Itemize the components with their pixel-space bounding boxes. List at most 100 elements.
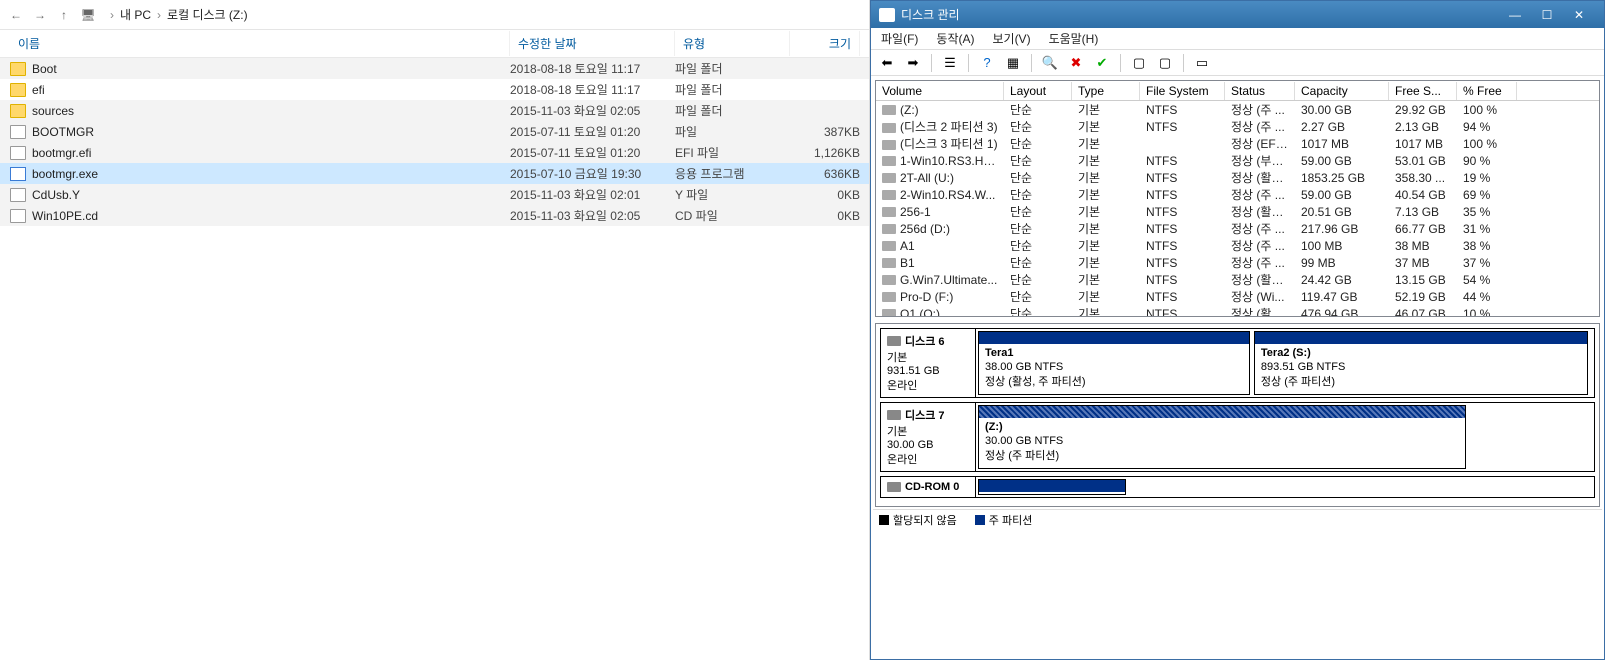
partition-box[interactable]: Tera2 (S:)893.51 GB NTFS정상 (주 파티션) bbox=[1254, 331, 1588, 395]
file-row[interactable]: CdUsb.Y2015-11-03 화요일 02:01Y 파일0KB bbox=[0, 184, 869, 205]
vh-free[interactable]: Free S... bbox=[1389, 82, 1457, 100]
tb-grid-icon[interactable]: ▦ bbox=[1003, 53, 1023, 73]
vol-free: 38 MB bbox=[1389, 239, 1457, 253]
vol-fs: NTFS bbox=[1140, 120, 1225, 134]
disk-block[interactable]: CD-ROM 0 bbox=[880, 476, 1595, 498]
disk-type: 기본 bbox=[887, 423, 969, 439]
tb-back-icon[interactable]: ⬅ bbox=[877, 53, 897, 73]
disk-status: 온라인 bbox=[887, 377, 969, 393]
legend-swatch-unalloc bbox=[879, 515, 889, 525]
breadcrumb[interactable]: › 내 PC › 로컬 디스크 (Z:) bbox=[110, 6, 248, 23]
file-size: 387KB bbox=[790, 125, 860, 139]
tb-list-icon[interactable]: ☰ bbox=[940, 53, 960, 73]
vh-layout[interactable]: Layout bbox=[1004, 82, 1072, 100]
volume-row[interactable]: A1단순기본NTFS정상 (주 ...100 MB38 MB38 % bbox=[876, 237, 1599, 254]
col-type[interactable]: 유형 bbox=[675, 31, 790, 56]
nav-back-icon[interactable]: ← bbox=[8, 7, 24, 23]
tb-forward-icon[interactable]: ➡ bbox=[903, 53, 923, 73]
vol-name: 1-Win10.RS3.Ho... bbox=[876, 154, 1004, 168]
col-date[interactable]: 수정한 날짜 bbox=[510, 31, 675, 56]
file-type: 응용 프로그램 bbox=[675, 165, 790, 182]
file-name: Win10PE.cd bbox=[32, 209, 510, 223]
menu-help[interactable]: 도움말(H) bbox=[1049, 30, 1099, 47]
disk-icon bbox=[882, 258, 896, 268]
volume-row[interactable]: 2-Win10.RS4.W...단순기본NTFS정상 (주 ...59.00 G… bbox=[876, 186, 1599, 203]
col-size[interactable]: 크기 bbox=[790, 31, 860, 56]
partition-box[interactable]: (Z:)30.00 GB NTFS정상 (주 파티션) bbox=[978, 405, 1466, 469]
volume-row[interactable]: Q1 (Q:)단순기본NTFS정상 (활성...476.94 GB46.07 G… bbox=[876, 305, 1599, 316]
menu-view[interactable]: 보기(V) bbox=[992, 30, 1030, 47]
disk-type: 기본 bbox=[887, 349, 969, 365]
volume-row[interactable]: (디스크 2 파티션 3)단순기본NTFS정상 (주 ...2.27 GB2.1… bbox=[876, 118, 1599, 135]
vol-name: G.Win7.Ultimate... bbox=[876, 273, 1004, 287]
disk-icon bbox=[882, 140, 896, 150]
partition-box[interactable] bbox=[978, 479, 1126, 495]
disk-info: CD-ROM 0 bbox=[881, 477, 976, 497]
minimize-button[interactable]: — bbox=[1506, 6, 1524, 24]
menu-action[interactable]: 동작(A) bbox=[936, 30, 974, 47]
folder-icon bbox=[10, 104, 26, 118]
vol-capacity: 59.00 GB bbox=[1295, 188, 1389, 202]
vh-type[interactable]: Type bbox=[1072, 82, 1140, 100]
file-row[interactable]: bootmgr.exe2015-07-10 금요일 19:30응용 프로그램63… bbox=[0, 163, 869, 184]
file-row[interactable]: Boot2018-08-18 토요일 11:17파일 폴더 bbox=[0, 58, 869, 79]
disk-icon bbox=[882, 292, 896, 302]
tb-new-icon[interactable]: ▢ bbox=[1129, 53, 1149, 73]
volume-row[interactable]: Pro-D (F:)단순기본NTFS정상 (Wi...119.47 GB52.1… bbox=[876, 288, 1599, 305]
nav-up-icon[interactable]: ↑ bbox=[56, 7, 72, 23]
volume-row[interactable]: (Z:)단순기본NTFS정상 (주 ...30.00 GB29.92 GB100… bbox=[876, 101, 1599, 118]
vh-capacity[interactable]: Capacity bbox=[1295, 82, 1389, 100]
vol-name: Q1 (Q:) bbox=[876, 307, 1004, 317]
tb-check-icon[interactable]: ✔ bbox=[1092, 53, 1112, 73]
vol-pct: 38 % bbox=[1457, 239, 1517, 253]
vol-status: 정상 (부팅... bbox=[1225, 152, 1295, 169]
volume-row[interactable]: B1단순기본NTFS정상 (주 ...99 MB37 MB37 % bbox=[876, 254, 1599, 271]
nav-forward-icon[interactable]: → bbox=[32, 7, 48, 23]
volume-row[interactable]: 2T-All (U:)단순기본NTFS정상 (활성...1853.25 GB35… bbox=[876, 169, 1599, 186]
file-row[interactable]: Win10PE.cd2015-11-03 화요일 02:05CD 파일0KB bbox=[0, 205, 869, 226]
vh-volume[interactable]: Volume bbox=[876, 82, 1004, 100]
vh-status[interactable]: Status bbox=[1225, 82, 1295, 100]
file-row[interactable]: bootmgr.efi2015-07-11 토요일 01:20EFI 파일1,1… bbox=[0, 142, 869, 163]
partition-label: (Z:)30.00 GB NTFS정상 (주 파티션) bbox=[979, 418, 1465, 465]
partition-box[interactable]: Tera138.00 GB NTFS정상 (활성, 주 파티션) bbox=[978, 331, 1250, 395]
vol-type: 기본 bbox=[1072, 101, 1140, 118]
disk-block[interactable]: 디스크 7기본30.00 GB온라인(Z:)30.00 GB NTFS정상 (주… bbox=[880, 402, 1595, 472]
tb-delete-icon[interactable]: ✖ bbox=[1066, 53, 1086, 73]
vol-name: (디스크 3 파티션 1) bbox=[876, 135, 1004, 152]
vh-pct[interactable]: % Free bbox=[1457, 82, 1517, 100]
tb-layout-icon[interactable]: ▭ bbox=[1192, 53, 1212, 73]
vol-status: 정상 (주 ... bbox=[1225, 220, 1295, 237]
window-titlebar[interactable]: 디스크 관리 — ☐ ✕ bbox=[871, 1, 1604, 28]
tb-help-icon[interactable]: ? bbox=[977, 53, 997, 73]
vol-name: A1 bbox=[876, 239, 1004, 253]
vol-pct: 19 % bbox=[1457, 171, 1517, 185]
volume-row[interactable]: 256d (D:)단순기본NTFS정상 (주 ...217.96 GB66.77… bbox=[876, 220, 1599, 237]
file-row[interactable]: sources2015-11-03 화요일 02:05파일 폴더 bbox=[0, 100, 869, 121]
file-type: 파일 폴더 bbox=[675, 102, 790, 119]
col-name[interactable]: 이름 bbox=[10, 31, 510, 56]
disk-icon bbox=[887, 410, 901, 420]
vol-free: 13.15 GB bbox=[1389, 273, 1457, 287]
volume-row[interactable]: 256-1단순기본NTFS정상 (활성...20.51 GB7.13 GB35 … bbox=[876, 203, 1599, 220]
disk-icon bbox=[882, 156, 896, 166]
breadcrumb-item[interactable]: 내 PC bbox=[120, 6, 151, 23]
vol-type: 기본 bbox=[1072, 220, 1140, 237]
vol-name: 256d (D:) bbox=[876, 222, 1004, 236]
file-row[interactable]: BOOTMGR2015-07-11 토요일 01:20파일387KB bbox=[0, 121, 869, 142]
volume-row[interactable]: (디스크 3 파티션 1)단순기본정상 (EFI ...1017 MB1017 … bbox=[876, 135, 1599, 152]
file-name: CdUsb.Y bbox=[32, 188, 510, 202]
breadcrumb-item[interactable]: 로컬 디스크 (Z:) bbox=[167, 6, 248, 23]
file-row[interactable]: efi2018-08-18 토요일 11:17파일 폴더 bbox=[0, 79, 869, 100]
disk-block[interactable]: 디스크 6기본931.51 GB온라인Tera138.00 GB NTFS정상 … bbox=[880, 328, 1595, 398]
menu-file[interactable]: 파일(F) bbox=[881, 30, 918, 47]
tb-prop-icon[interactable]: ▢ bbox=[1155, 53, 1175, 73]
tb-refresh-icon[interactable]: 🔍 bbox=[1040, 53, 1060, 73]
volume-row[interactable]: G.Win7.Ultimate...단순기본NTFS정상 (활성...24.42… bbox=[876, 271, 1599, 288]
volume-row[interactable]: 1-Win10.RS3.Ho...단순기본NTFS정상 (부팅...59.00 … bbox=[876, 152, 1599, 169]
vh-fs[interactable]: File System bbox=[1140, 82, 1225, 100]
file-date: 2015-11-03 화요일 02:05 bbox=[510, 207, 675, 224]
vol-free: 1017 MB bbox=[1389, 137, 1457, 151]
close-button[interactable]: ✕ bbox=[1570, 6, 1588, 24]
maximize-button[interactable]: ☐ bbox=[1538, 6, 1556, 24]
